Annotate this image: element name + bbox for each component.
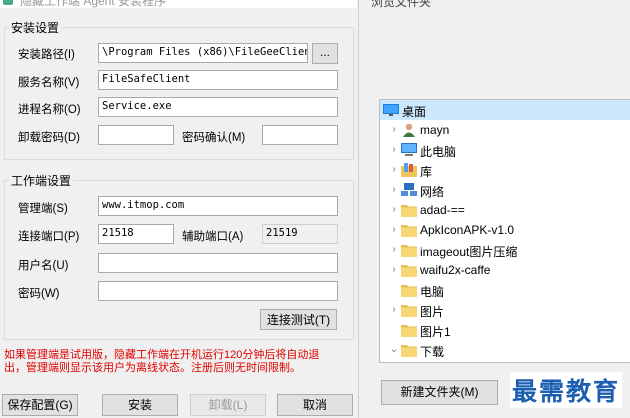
tree-item-label: 图片1	[420, 325, 451, 339]
tree-item[interactable]: › ApkIconAPK-v1.0	[380, 220, 630, 240]
password-input[interactable]	[98, 281, 338, 301]
install-path-label: 安装路径(I)	[18, 49, 75, 61]
desktop-icon	[383, 103, 399, 117]
cancel-button[interactable]: 取消	[277, 394, 353, 416]
tree-item[interactable]: › mayn	[380, 120, 630, 140]
tree-item[interactable]: › adad-==	[380, 200, 630, 220]
tree-item[interactable]: › 网络	[380, 180, 630, 200]
watermark: 最需教育	[510, 372, 623, 408]
tree-item-label: 桌面	[402, 105, 427, 119]
password-confirm-input[interactable]	[262, 125, 338, 145]
chevron-right-icon[interactable]: ›	[389, 220, 399, 240]
tree-item-label: waifu2x-caffe	[420, 263, 491, 277]
folder-icon	[401, 343, 417, 357]
tree-item[interactable]: 桌面	[380, 100, 630, 120]
connect-port-label: 连接端口(P)	[18, 231, 80, 243]
manager-label: 管理端(S)	[18, 203, 68, 215]
chevron-right-icon[interactable]: ›	[389, 200, 399, 220]
new-folder-button[interactable]: 新建文件夹(M)	[381, 380, 498, 405]
trial-warning-line2: 出，管理端则显示该用户为离线状态。注册后则无时间限制。	[4, 362, 301, 374]
tree-item[interactable]: 电脑	[380, 280, 630, 300]
browse-dialog-title: 浏览文件夹	[371, 0, 432, 9]
library-icon	[401, 163, 417, 177]
tree-item[interactable]: 图片1	[380, 320, 630, 340]
tree-item-label: adad-==	[420, 203, 465, 217]
folder-icon	[401, 223, 417, 237]
browse-button[interactable]: ...	[312, 43, 338, 64]
password-confirm-label: 密码确认(M)	[182, 132, 246, 144]
tree-item-label: 图片	[420, 305, 445, 319]
connection-test-button[interactable]: 连接测试(T)	[260, 309, 337, 330]
chevron-down-icon[interactable]: ⌄	[389, 340, 399, 360]
tree-item-label: imageout图片压缩	[420, 245, 518, 259]
chevron-right-icon[interactable]: ›	[389, 260, 399, 280]
process-name-label: 进程名称(O)	[18, 104, 81, 116]
uninstall-password-input[interactable]	[98, 125, 174, 145]
manager-input[interactable]: www.itmop.com	[98, 196, 338, 216]
computer-icon	[401, 143, 417, 157]
install-button[interactable]: 安装	[102, 394, 178, 416]
save-config-button[interactable]: 保存配置(G)	[2, 394, 78, 416]
chevron-right-icon[interactable]: ›	[389, 180, 399, 200]
tree-item-label: 下载	[420, 345, 445, 359]
process-name-input[interactable]: Service.exe	[98, 97, 338, 117]
chevron-right-icon[interactable]: ›	[389, 300, 399, 320]
install-path-input[interactable]: \Program Files (x86)\FileGeeClient	[98, 43, 308, 63]
app-icon	[3, 0, 13, 5]
aux-port-label: 辅助端口(A)	[182, 231, 244, 243]
tree-item[interactable]: ⌄ 下载	[380, 340, 630, 360]
tree-item[interactable]: › imageout图片压缩	[380, 240, 630, 260]
tree-item[interactable]: › 图片	[380, 300, 630, 320]
service-name-input[interactable]: FileSafeClient	[98, 70, 338, 90]
chevron-right-icon[interactable]: ›	[389, 140, 399, 160]
installer-title: 隐藏工作端 Agent 安装程序	[20, 0, 167, 8]
password-label: 密码(W)	[18, 288, 60, 300]
folder-icon	[401, 263, 417, 277]
username-label: 用户名(U)	[18, 260, 69, 272]
browse-folder-dialog: 浏览文件夹 桌面 › mayn › 此电脑 › 库 › 网络 › adad-== › ApkIconAP…	[358, 0, 630, 418]
tree-item-label: mayn	[420, 123, 450, 137]
chevron-right-icon[interactable]: ›	[389, 240, 399, 260]
folder-icon	[401, 323, 417, 337]
tree-item-label: ApkIconAPK-v1.0	[420, 223, 515, 237]
tree-item[interactable]: › 此电脑	[380, 140, 630, 160]
aux-port-input: 21519	[262, 224, 338, 244]
folder-icon	[401, 203, 417, 217]
tree-item-label: 库	[420, 165, 433, 179]
folder-icon	[401, 243, 417, 257]
uninstall-password-label: 卸载密码(D)	[18, 132, 80, 144]
chevron-right-icon[interactable]: ›	[389, 160, 399, 180]
tree-item-label: 此电脑	[420, 145, 457, 159]
installer-titlebar: 隐藏工作端 Agent 安装程序	[0, 0, 357, 8]
folder-tree[interactable]: 桌面 › mayn › 此电脑 › 库 › 网络 › adad-== › ApkIconAPK-v1.0…	[379, 99, 630, 363]
tree-item[interactable]: › 库	[380, 160, 630, 180]
user-icon	[401, 123, 417, 137]
trial-warning-line1: 如果管理端是试用版，隐藏工作端在开机运行120分钟后将自动退	[4, 349, 320, 361]
tree-item-label: 网络	[420, 185, 445, 199]
install-settings-title: 安装设置	[9, 19, 62, 36]
uninstall-button: 卸载(L)	[190, 394, 266, 416]
username-input[interactable]	[98, 253, 338, 273]
tree-item-label: 电脑	[420, 285, 445, 299]
work-settings-title: 工作端设置	[9, 172, 74, 189]
tree-item[interactable]: › waifu2x-caffe	[380, 260, 630, 280]
folder-icon	[401, 283, 417, 297]
connect-port-input[interactable]: 21518	[98, 224, 174, 244]
service-name-label: 服务名称(V)	[18, 77, 80, 89]
chevron-right-icon[interactable]: ›	[389, 120, 399, 140]
folder-icon	[401, 303, 417, 317]
network-icon	[401, 183, 417, 197]
